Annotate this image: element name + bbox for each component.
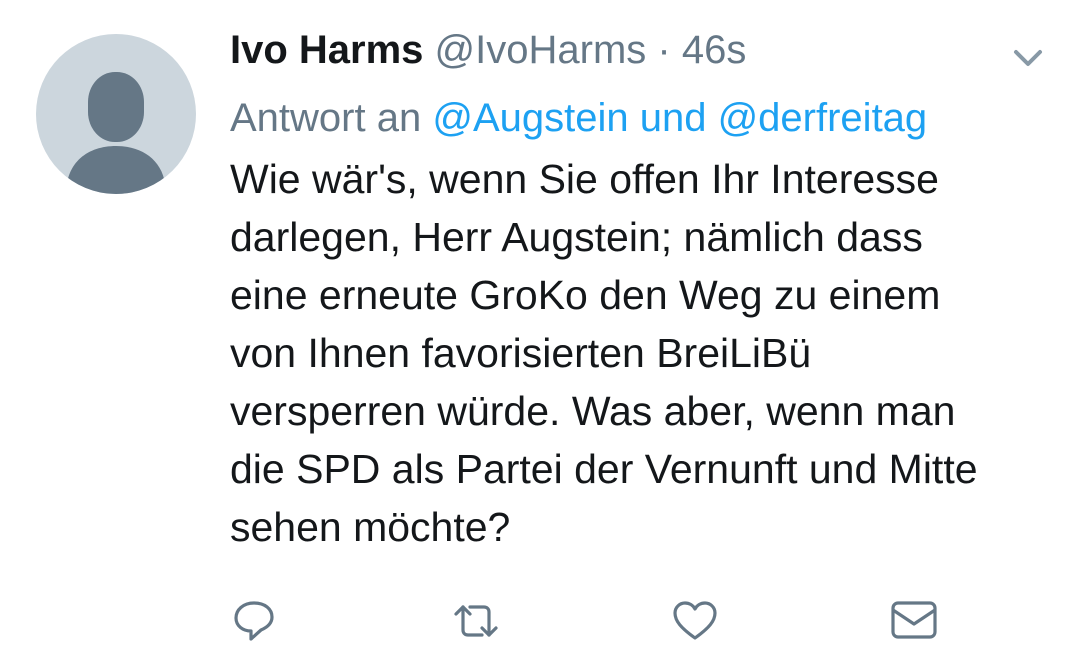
reply-button[interactable] — [229, 598, 279, 644]
tweet-menu-button[interactable] — [1008, 44, 1048, 74]
tweet-text-line: Wie wär's, wenn Sie offen Ihr Interesse — [230, 156, 939, 202]
header-separator: · — [657, 28, 671, 72]
tweet[interactable]: Ivo Harms @IvoHarms · 46s Antwort an @Au… — [0, 0, 1080, 665]
tweet-text: Wie wär's, wenn Sie offen Ihr Interesse … — [230, 150, 1060, 556]
tweet-text-line: die SPD als Partei der Vernunft und Mitt… — [230, 446, 978, 492]
reply-context: Antwort an @Augstein und @derfreitag — [230, 92, 927, 144]
tweet-text-line: eine erneute GroKo den Weg zu einem — [230, 272, 941, 318]
like-button[interactable] — [670, 598, 720, 644]
envelope-icon — [891, 601, 937, 639]
tweet-text-line: von Ihnen favorisierten BreiLiBü — [230, 330, 812, 376]
chevron-down-icon — [1014, 50, 1042, 66]
tweet-text-line: versperren würde. Was aber, wenn man — [230, 388, 956, 434]
tweet-actions — [0, 598, 1080, 644]
tweet-text-line: darlegen, Herr Augstein; nämlich dass — [230, 214, 923, 260]
default-profile-avatar-icon — [66, 72, 166, 194]
tweet-timestamp[interactable]: 46s — [682, 28, 747, 72]
tweet-header: Ivo Harms @IvoHarms · 46s — [230, 24, 746, 76]
direct-message-button[interactable] — [889, 598, 939, 644]
avatar[interactable] — [36, 34, 196, 194]
reply-icon — [234, 601, 274, 641]
author-handle[interactable]: @IvoHarms — [435, 28, 647, 72]
reply-mentions-link[interactable]: @Augstein und @derfreitag — [432, 96, 927, 140]
heart-icon — [673, 601, 717, 640]
retweet-icon — [454, 605, 498, 637]
reply-label: Antwort an — [230, 96, 422, 140]
tweet-text-line: sehen möchte? — [230, 504, 511, 550]
author-name[interactable]: Ivo Harms — [230, 28, 423, 72]
retweet-button[interactable] — [451, 598, 501, 644]
